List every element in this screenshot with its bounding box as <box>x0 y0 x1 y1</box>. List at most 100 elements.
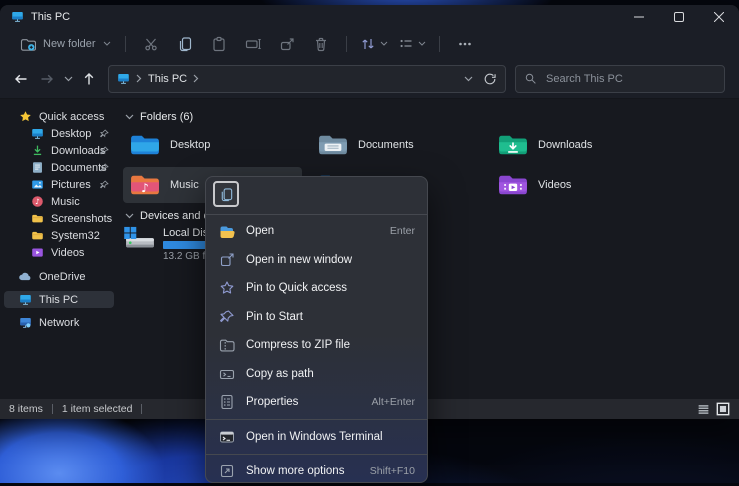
menu-separator <box>206 214 427 215</box>
menu-item-pin-to-start[interactable]: Pin to Start <box>206 303 427 332</box>
svg-text:♪: ♪ <box>35 197 40 206</box>
copy-icon-button[interactable] <box>213 181 239 207</box>
see-more-button[interactable] <box>448 32 482 56</box>
forward-button[interactable] <box>34 66 60 92</box>
chevron-right-icon[interactable] <box>193 74 199 83</box>
sidebar-item-music[interactable]: ♪ Music <box>4 193 114 210</box>
folders-section-header: Folders (6) <box>125 109 193 124</box>
network-icon <box>18 316 32 330</box>
menu-item-open-in-new-window[interactable]: Open in new window <box>206 246 427 275</box>
sidebar-item-onedrive[interactable]: OneDrive <box>4 268 114 285</box>
copy-icon <box>219 187 234 202</box>
rename-button[interactable] <box>236 32 270 56</box>
menu-shortcut: Alt+Enter <box>372 396 415 408</box>
sidebar-item-label: System32 <box>51 230 100 242</box>
terminal-icon <box>219 429 235 445</box>
sidebar-item-screenshots[interactable]: Screenshots <box>4 210 114 227</box>
menu-item-compress-to-zip[interactable]: Compress to ZIP file <box>206 331 427 360</box>
menu-item-open-in-windows-terminal[interactable]: Open in Windows Terminal <box>206 423 427 452</box>
music-folder-icon: ♪ <box>130 172 160 198</box>
address-bar[interactable]: This PC <box>108 65 506 93</box>
toolbar-divider <box>346 36 347 52</box>
sidebar-item-network[interactable]: Network <box>4 314 114 331</box>
download-arrow-icon <box>30 144 44 158</box>
search-input[interactable] <box>544 72 716 86</box>
item-count: 8 items <box>9 403 43 415</box>
details-view-toggle-icon[interactable] <box>697 403 710 416</box>
sidebar-item-downloads[interactable]: Downloads <box>4 142 114 159</box>
titlebar[interactable]: This PC <box>0 5 739 28</box>
maximize-button[interactable] <box>659 5 699 28</box>
sidebar-item-label: OneDrive <box>39 271 85 283</box>
sidebar-item-system32[interactable]: System32 <box>4 227 114 244</box>
sidebar-item-quick-access[interactable]: Quick access <box>4 108 114 125</box>
new-folder-label: New folder <box>43 38 96 50</box>
share-button[interactable] <box>270 32 304 56</box>
tile-videos[interactable]: Videos <box>491 167 678 203</box>
pin-icon <box>100 180 109 189</box>
search-icon <box>524 72 537 85</box>
refresh-icon[interactable] <box>483 72 497 86</box>
status-divider <box>141 404 142 414</box>
new-folder-button[interactable]: New folder <box>14 32 117 56</box>
window-controls <box>619 5 739 28</box>
hard-drive-icon <box>123 226 157 252</box>
large-icons-view-toggle-icon[interactable] <box>716 402 730 416</box>
copy-button[interactable] <box>168 32 202 56</box>
address-dropdown-icon[interactable] <box>464 76 473 82</box>
pushpin-icon <box>219 309 235 325</box>
minimize-button[interactable] <box>619 5 659 28</box>
tile-documents[interactable]: Documents <box>311 127 498 163</box>
toolbar-divider <box>439 36 440 52</box>
tile-label: Videos <box>538 179 571 191</box>
selection-count: 1 item selected <box>62 403 133 415</box>
zip-folder-icon <box>219 337 235 353</box>
sidebar-item-this-pc[interactable]: This PC <box>4 291 114 308</box>
videos-folder-icon <box>498 172 528 198</box>
menu-item-label: Show more options <box>246 465 344 477</box>
chevron-right-icon[interactable] <box>136 74 142 83</box>
desktop-icon <box>30 127 44 141</box>
section-collapse-icon[interactable] <box>125 114 134 120</box>
tile-desktop[interactable]: Desktop <box>123 127 310 163</box>
up-button[interactable] <box>76 66 102 92</box>
sidebar-item-desktop[interactable]: Desktop <box>4 125 114 142</box>
cloud-icon <box>18 270 32 284</box>
context-menu: Open Enter Open in new window Pin to Qui… <box>205 176 428 483</box>
navigation-bar: This PC <box>0 59 739 99</box>
menu-item-copy-as-path[interactable]: Copy as path <box>206 360 427 389</box>
menu-item-pin-to-quick-access[interactable]: Pin to Quick access <box>206 274 427 303</box>
section-collapse-icon[interactable] <box>125 213 134 219</box>
menu-item-show-more-options[interactable]: Show more options Shift+F10 <box>206 457 427 486</box>
sidebar-item-label: Music <box>51 196 80 208</box>
delete-button[interactable] <box>304 32 338 56</box>
sidebar-item-documents[interactable]: Documents <box>4 159 114 176</box>
pin-icon <box>100 146 109 155</box>
menu-item-open[interactable]: Open Enter <box>206 217 427 246</box>
breadcrumb-this-pc[interactable]: This PC <box>148 73 187 85</box>
status-divider <box>52 404 53 414</box>
menu-item-label: Open in new window <box>246 254 352 266</box>
sidebar-item-label: Downloads <box>51 145 105 157</box>
properties-icon <box>219 394 235 410</box>
sort-button[interactable] <box>355 32 393 56</box>
sidebar-item-videos[interactable]: Videos <box>4 244 114 261</box>
tile-downloads[interactable]: Downloads <box>491 127 678 163</box>
chevron-down-icon <box>418 41 426 46</box>
sidebar-item-label: Network <box>39 317 79 329</box>
sidebar-item-label: Desktop <box>51 128 91 140</box>
sidebar-item-pictures[interactable]: Pictures <box>4 176 114 193</box>
sidebar-item-label: Videos <box>51 247 84 259</box>
window-title: This PC <box>31 11 70 23</box>
sidebar-item-label: Documents <box>51 162 107 174</box>
view-button[interactable] <box>393 32 431 56</box>
menu-item-properties[interactable]: Properties Alt+Enter <box>206 388 427 417</box>
back-button[interactable] <box>8 66 34 92</box>
paste-button[interactable] <box>202 32 236 56</box>
documents-folder-icon <box>318 132 348 158</box>
cut-button[interactable] <box>134 32 168 56</box>
menu-shortcut: Enter <box>390 225 415 237</box>
search-box[interactable] <box>515 65 725 93</box>
recent-locations-button[interactable] <box>60 66 76 92</box>
close-button[interactable] <box>699 5 739 28</box>
